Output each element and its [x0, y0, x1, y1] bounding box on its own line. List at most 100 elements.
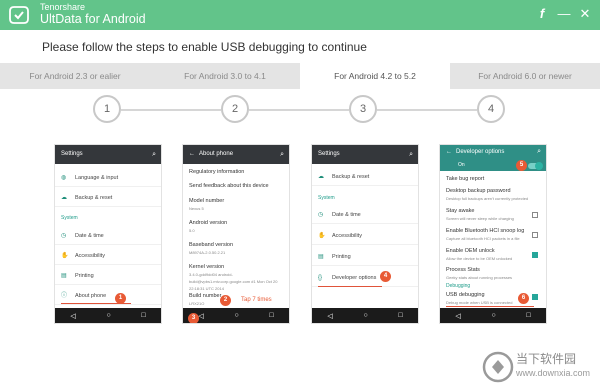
tab-android-3-0[interactable]: For Android 3.0 to 4.1 — [150, 63, 300, 89]
step-3: 3 — [349, 95, 377, 123]
back-icon: ◁ — [455, 312, 461, 320]
watermark-text: 当下软件园 — [516, 352, 577, 366]
step-badge: 6 — [518, 293, 529, 304]
info-row: Model number Nexus 5 — [189, 198, 225, 211]
list-item: ▤ Printing — [55, 267, 161, 285]
recents-icon: □ — [141, 312, 146, 319]
step-connector — [249, 109, 349, 111]
section-header: System — [318, 195, 335, 201]
phone-app-bar: Settings ⌕ — [312, 145, 418, 164]
home-icon: ○ — [363, 312, 368, 319]
back-arrow-icon: ← — [189, 151, 195, 157]
phone-screenshot-2: ← About phone ⌕ Regulatory information Sen… — [182, 144, 290, 324]
phone-nav-bar: ◁ ○ □ — [312, 308, 418, 323]
setting-row: Enable OEM unlock Allow the device to be … — [446, 248, 513, 261]
checkbox — [532, 232, 538, 238]
phone-screenshot-3: Settings ⌕ ☁ Backup & reset System ◷ Date &… — [311, 144, 419, 324]
step-indicator: 1 2 3 4 — [0, 95, 600, 125]
info-row: Kernel version 3.4.0-gdd9dd04 android-bui… — [189, 264, 278, 291]
phone-nav-bar: ◁ ○ □ — [440, 308, 546, 323]
checkbox — [532, 212, 538, 218]
phone-title: Settings — [318, 151, 340, 157]
cloud-icon: ☁ — [61, 195, 67, 201]
step-badge: 1 — [115, 293, 126, 304]
search-icon: ⌕ — [280, 151, 284, 158]
list-item: ☁ Backup & reset — [312, 168, 418, 186]
braces-icon: {} — [318, 275, 323, 281]
home-icon: ○ — [234, 312, 239, 319]
list-item: ◷ Date & time — [312, 206, 418, 224]
close-icon[interactable]: ✕ — [577, 6, 593, 22]
recents-icon: □ — [526, 312, 531, 319]
step-1: 1 — [93, 95, 121, 123]
back-icon: ◁ — [198, 312, 204, 320]
home-icon: ○ — [106, 312, 111, 319]
setting-row: Process Stats Geeky stats about running p… — [446, 267, 513, 280]
search-icon: ⌕ — [537, 148, 541, 155]
tab-android-4-2[interactable]: For Android 4.2 to 5.2 — [300, 63, 450, 89]
tab-android-2-3[interactable]: For Android 2.3 or ealier — [0, 63, 150, 89]
step-badge: 4 — [380, 271, 391, 282]
list-item: ◍ Language & input — [55, 169, 161, 187]
phone-nav-bar: ◁ ○ □ — [55, 308, 161, 323]
info-row: Baseband version M8974A-2.0.50.2.21 — [189, 242, 234, 255]
instruction-text: Please follow the steps to enable USB de… — [42, 40, 367, 54]
highlight-line — [446, 306, 534, 307]
home-icon: ○ — [491, 312, 496, 319]
step-connector — [121, 109, 221, 111]
step-2: 2 — [221, 95, 249, 123]
step-4: 4 — [477, 95, 505, 123]
recents-icon: □ — [398, 312, 403, 319]
list-item: ✋ Accessibility — [55, 247, 161, 265]
clock-icon: ◷ — [318, 212, 324, 218]
list-item: ▤ Printing — [312, 248, 418, 266]
section-header: System — [61, 215, 78, 221]
toggle-label: On — [458, 162, 465, 168]
step-badge: 2 — [220, 295, 231, 306]
phone-screenshot-4: ← Developer options ⌕ On 5 Take bug report… — [439, 144, 547, 324]
cloud-icon: ☁ — [318, 174, 324, 180]
watermark-url: www.downxia.com — [516, 368, 591, 378]
search-icon: ⌕ — [152, 151, 156, 158]
search-icon: ⌕ — [409, 151, 413, 158]
app-logo — [9, 6, 29, 24]
accessibility-icon: ✋ — [318, 233, 326, 239]
list-item: ◷ Date & time — [55, 227, 161, 245]
brand: Tenorshare UltData for Android — [40, 2, 146, 27]
recents-icon: □ — [269, 312, 274, 319]
vendor-name: Tenorshare — [40, 2, 86, 12]
clock-icon: ◷ — [61, 233, 67, 239]
info-row: Android version 5.0 — [189, 220, 228, 233]
setting-row: Take bug report — [446, 176, 485, 182]
phone-title: Developer options — [456, 149, 505, 155]
checkbox-checked — [532, 252, 538, 258]
step-badge: 3 — [188, 313, 199, 323]
print-icon: ▤ — [61, 273, 67, 279]
developer-options-toggle — [528, 162, 543, 170]
back-arrow-icon: ← — [446, 149, 452, 155]
step-badge: 5 — [516, 160, 527, 171]
info-row: Send feedback about this device — [189, 183, 269, 189]
globe-icon: ◍ — [61, 175, 67, 181]
list-item: {} Developer options — [312, 269, 418, 287]
phone-title: About phone — [199, 151, 234, 157]
back-icon: ◁ — [327, 312, 333, 320]
feedback-icon[interactable]: f — [534, 6, 550, 22]
tab-android-6-0[interactable]: For Android 6.0 or newer — [450, 63, 600, 89]
back-icon: ◁ — [70, 312, 76, 320]
phone-screenshot-1: Settings ⌕ ◍ Language & input ☁ Backup & re… — [54, 144, 162, 324]
tap-instruction: Tap 7 times — [241, 297, 272, 303]
minimize-icon[interactable]: — — [556, 6, 572, 22]
product-name: UltData for Android — [40, 12, 146, 26]
section-header: Debugging — [446, 283, 471, 289]
phone-app-bar: Settings ⌕ — [55, 145, 161, 164]
phone-app-bar: ← About phone ⌕ — [183, 145, 289, 164]
print-icon: ▤ — [318, 254, 324, 260]
phone-nav-bar: ◁ ○ □ — [183, 308, 289, 323]
phone-title: Settings — [61, 151, 83, 157]
list-item: ☁ Backup & reset — [55, 189, 161, 207]
list-item: ✋ Accessibility — [312, 227, 418, 245]
setting-row: Desktop backup password Desktop full back… — [446, 188, 529, 201]
title-bar: Tenorshare UltData for Android f — ✕ — [0, 0, 600, 30]
accessibility-icon: ✋ — [61, 253, 69, 259]
